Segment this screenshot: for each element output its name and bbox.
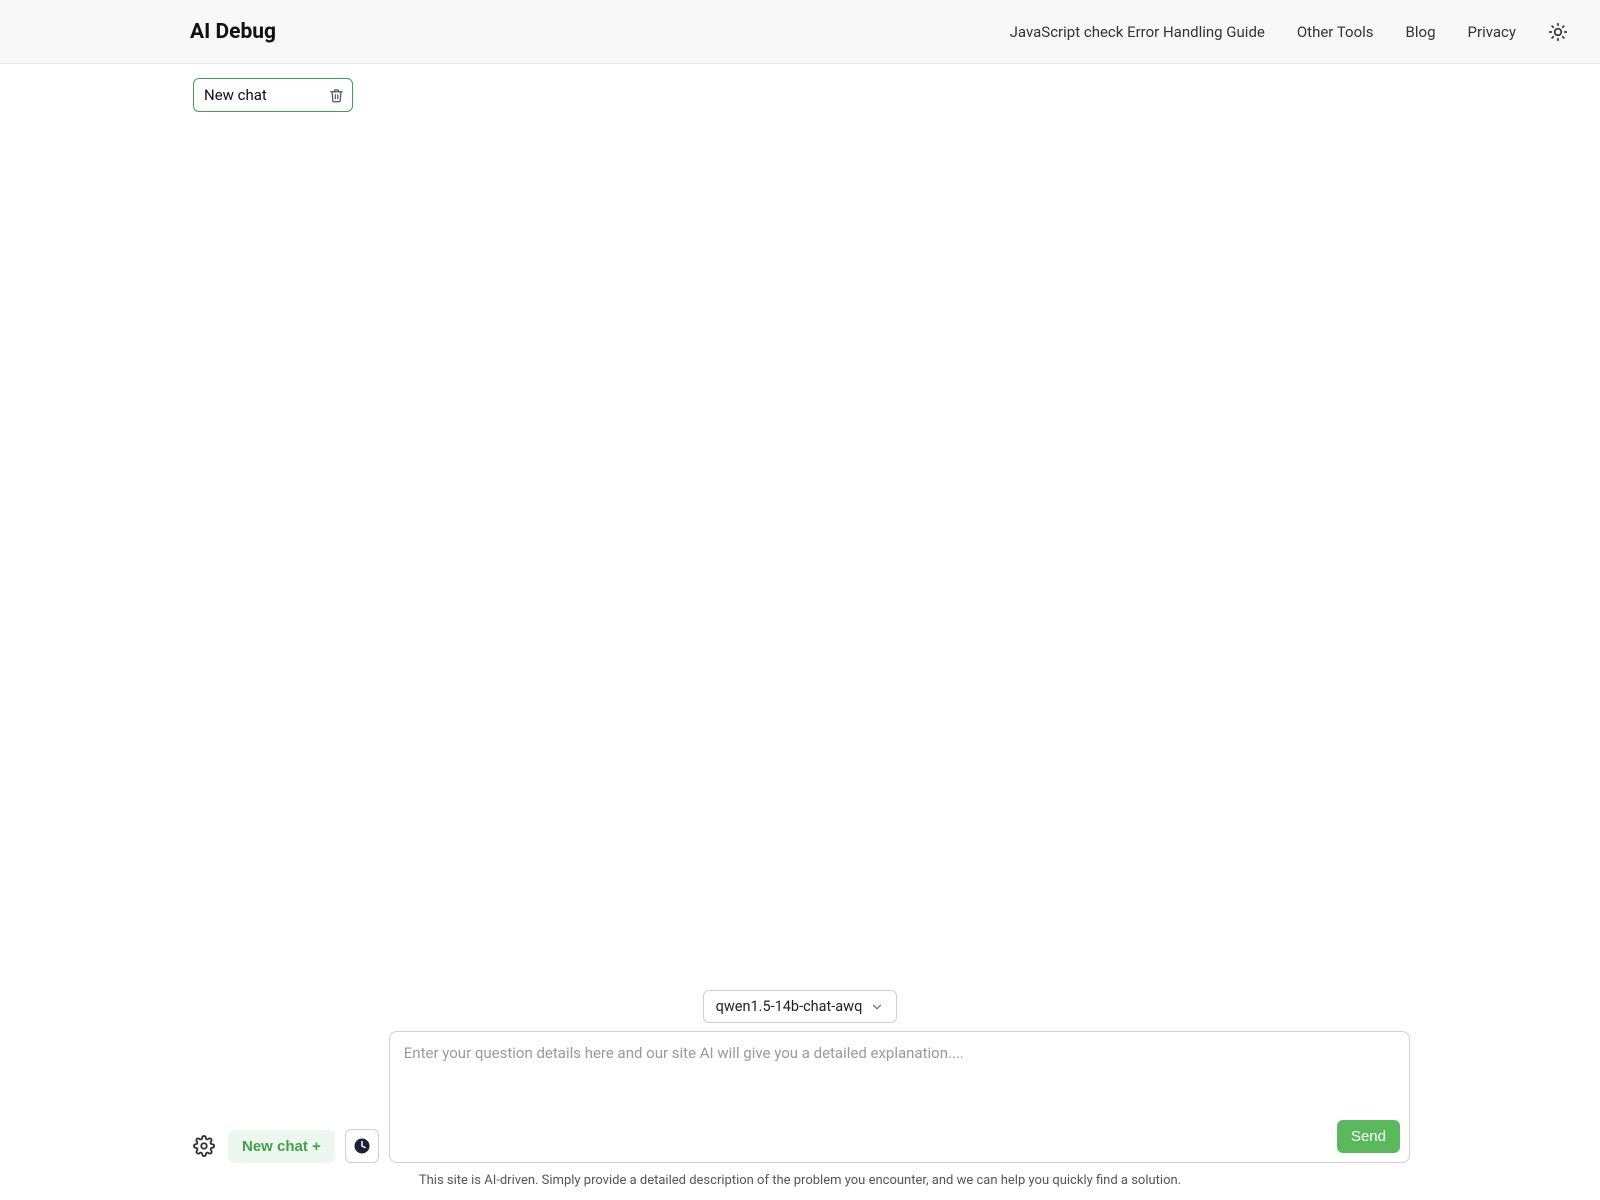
nav-other-tools-link[interactable]: Other Tools (1297, 23, 1374, 41)
left-controls: New chat + (190, 1129, 379, 1163)
top-nav: JavaScript check Error Handling Guide Ot… (1010, 22, 1568, 42)
composer-area: qwen1.5-14b-chat-awq New chat + (0, 990, 1600, 1200)
nav-blog-link[interactable]: Blog (1406, 23, 1436, 41)
input-container: Send (389, 1031, 1410, 1163)
header: AI Debug JavaScript check Error Handling… (0, 0, 1600, 64)
nav-privacy-link[interactable]: Privacy (1468, 23, 1516, 41)
model-select-row: qwen1.5-14b-chat-awq (0, 990, 1600, 1023)
chat-input[interactable] (389, 1031, 1410, 1163)
theme-toggle[interactable] (1548, 22, 1568, 42)
trash-icon (329, 88, 344, 103)
new-chat-button[interactable]: New chat + (228, 1130, 335, 1163)
model-select[interactable]: qwen1.5-14b-chat-awq (703, 990, 898, 1023)
delete-chat-button[interactable] (329, 88, 344, 103)
chevron-down-icon (870, 1000, 884, 1014)
chat-list-item-label: New chat (204, 86, 267, 104)
clock-icon (353, 1137, 371, 1155)
settings-button[interactable] (190, 1132, 218, 1160)
footer-note: This site is AI-driven. Simply provide a… (0, 1173, 1600, 1188)
nav-guide-link[interactable]: JavaScript check Error Handling Guide (1010, 23, 1265, 41)
send-button[interactable]: Send (1337, 1120, 1400, 1153)
chat-list-item[interactable]: New chat (193, 78, 353, 112)
sun-icon (1548, 22, 1568, 42)
input-row: New chat + Send (0, 1031, 1600, 1163)
main-content: New chat qwen1.5-14b-chat-awq (0, 64, 1600, 1200)
gear-icon (193, 1135, 215, 1157)
history-button[interactable] (345, 1129, 379, 1163)
site-logo: AI Debug (190, 20, 276, 44)
model-select-label: qwen1.5-14b-chat-awq (716, 998, 863, 1015)
